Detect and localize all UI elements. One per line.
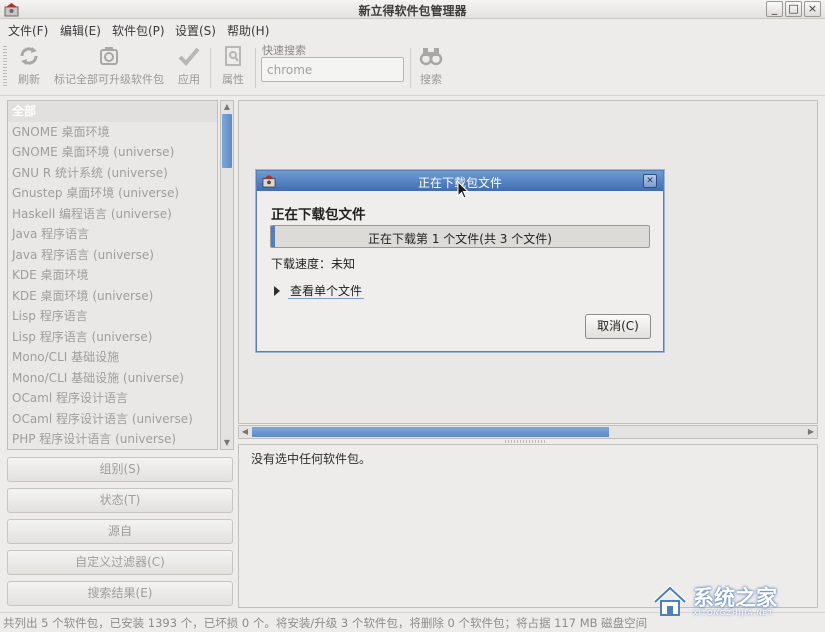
search-label: 搜索	[420, 73, 442, 86]
mouse-cursor-icon	[457, 181, 469, 199]
category-item[interactable]: GNOME 桌面环境	[8, 122, 217, 143]
refresh-icon	[17, 44, 41, 68]
search-button[interactable]: 搜索	[416, 44, 446, 87]
quick-search-label: 快速搜索	[262, 42, 306, 58]
menu-help[interactable]: 帮助(H)	[227, 22, 269, 39]
category-item[interactable]: Java 程序语言 (universe)	[8, 245, 217, 266]
menu-file[interactable]: 文件(F)	[8, 22, 48, 39]
category-item[interactable]: Lisp 程序语言 (universe)	[8, 327, 217, 348]
checkmark-icon	[177, 44, 201, 68]
category-item[interactable]: OCaml 程序设计语言	[8, 388, 217, 409]
apply-button[interactable]: 应用	[174, 44, 204, 87]
category-item[interactable]: GNOME 桌面环境 (universe)	[8, 142, 217, 163]
menu-bar: 文件(F) 编辑(E) 软件包(P) 设置(S) 帮助(H)	[0, 20, 825, 40]
category-item[interactable]: KDE 桌面环境 (universe)	[8, 286, 217, 307]
house-logo-icon	[651, 582, 689, 620]
refresh-label: 刷新	[18, 73, 40, 86]
window-title: 新立得软件包管理器	[0, 2, 825, 19]
status-button[interactable]: 状态(T)	[7, 488, 233, 513]
category-item[interactable]: Haskell 编程语言 (universe)	[8, 204, 217, 225]
toolbar-separator	[210, 48, 211, 88]
category-item[interactable]: KDE 桌面环境	[8, 265, 217, 286]
mark-all-upgrades-button[interactable]: 标记全部可升级软件包	[50, 44, 168, 87]
watermark-subtitle: XITONGZHIJIA.NET	[693, 609, 773, 617]
category-item[interactable]: Lisp 程序语言	[8, 306, 217, 327]
mark-all-upgrades-label: 标记全部可升级软件包	[54, 73, 164, 86]
category-item[interactable]: GNU R 统计系统 (universe)	[8, 163, 217, 184]
expander-arrow-icon	[274, 286, 280, 296]
pane-resize-handle[interactable]	[505, 440, 545, 443]
upgrade-icon	[97, 44, 121, 68]
menu-settings[interactable]: 设置(S)	[175, 22, 216, 39]
toolbar-separator	[410, 48, 411, 88]
category-item[interactable]: Gnustep 桌面环境 (universe)	[8, 183, 217, 204]
search-results-button[interactable]: 搜索结果(E)	[7, 581, 233, 606]
scroll-down-arrow-icon[interactable]: ▼	[221, 437, 233, 449]
watermark-logo: 系统之家 XITONGZHIJIA.NET	[649, 580, 819, 624]
scroll-up-arrow-icon[interactable]: ▲	[221, 101, 233, 113]
category-item[interactable]: Mono/CLI 基础设施	[8, 347, 217, 368]
refresh-button[interactable]: 刷新	[12, 44, 46, 87]
cancel-button[interactable]: 取消(C)	[585, 314, 651, 339]
scroll-right-arrow-icon[interactable]: ▶	[805, 426, 817, 438]
expander-label: 查看单个文件	[288, 284, 364, 299]
properties-label: 属性	[222, 73, 244, 86]
category-item[interactable]: Java 程序语言	[8, 224, 217, 245]
close-window-button[interactable]: ×	[804, 1, 821, 17]
status-text: 共列出 5 个软件包，已安装 1393 个，已坏损 0 个。将安装/升级 3 个…	[3, 615, 647, 631]
properties-icon	[221, 44, 245, 68]
minimize-button[interactable]: _	[766, 1, 783, 17]
package-list-hscrollbar[interactable]: ◀ ▶	[238, 425, 818, 439]
menu-package[interactable]: 软件包(P)	[112, 22, 165, 39]
scroll-left-arrow-icon[interactable]: ◀	[239, 426, 251, 438]
properties-button[interactable]: 属性	[218, 44, 248, 87]
progress-text: 正在下载第 1 个文件(共 3 个文件)	[271, 230, 649, 247]
toolbar: 刷新 标记全部可升级软件包 应用 属性 快速搜索	[0, 40, 825, 96]
dialog-close-icon[interactable]: ✕	[643, 174, 657, 188]
toolbar-separator	[255, 48, 256, 88]
category-item[interactable]: 全部	[8, 101, 217, 122]
watermark-title: 系统之家	[693, 582, 777, 612]
custom-filters-button[interactable]: 自定义过滤器(C)	[7, 550, 233, 575]
category-item[interactable]: OCaml 程序设计语言 (universe)	[8, 409, 217, 430]
individual-files-expander[interactable]: 查看单个文件	[274, 282, 364, 299]
toolbar-grip	[3, 46, 7, 88]
category-scrollbar[interactable]: ▲ ▼	[220, 100, 234, 450]
category-item[interactable]: Mono/CLI 基础设施 (universe)	[8, 368, 217, 389]
sections-button[interactable]: 组别(S)	[7, 457, 233, 482]
menu-edit[interactable]: 编辑(E)	[60, 22, 101, 39]
category-item[interactable]: PHP 程序设计语言 (universe)	[8, 429, 217, 450]
details-message: 没有选中任何软件包。	[251, 450, 371, 467]
quick-search-input[interactable]	[261, 57, 404, 82]
binoculars-icon	[419, 44, 443, 68]
download-progress-bar: 正在下载第 1 个文件(共 3 个文件)	[270, 225, 650, 248]
category-list: 全部 GNOME 桌面环境 GNOME 桌面环境 (universe) GNU …	[7, 100, 218, 450]
origin-button[interactable]: 源自	[7, 519, 233, 544]
apply-label: 应用	[178, 73, 200, 86]
package-list-scroll-thumb[interactable]	[252, 427, 609, 437]
maximize-button[interactable]: □	[785, 1, 802, 17]
category-scroll-thumb[interactable]	[222, 114, 232, 168]
dialog-heading: 正在下载包文件	[271, 203, 366, 223]
download-speed: 下载速度：未知	[271, 255, 355, 272]
title-bar: 新立得软件包管理器 _ □ ×	[0, 0, 825, 19]
